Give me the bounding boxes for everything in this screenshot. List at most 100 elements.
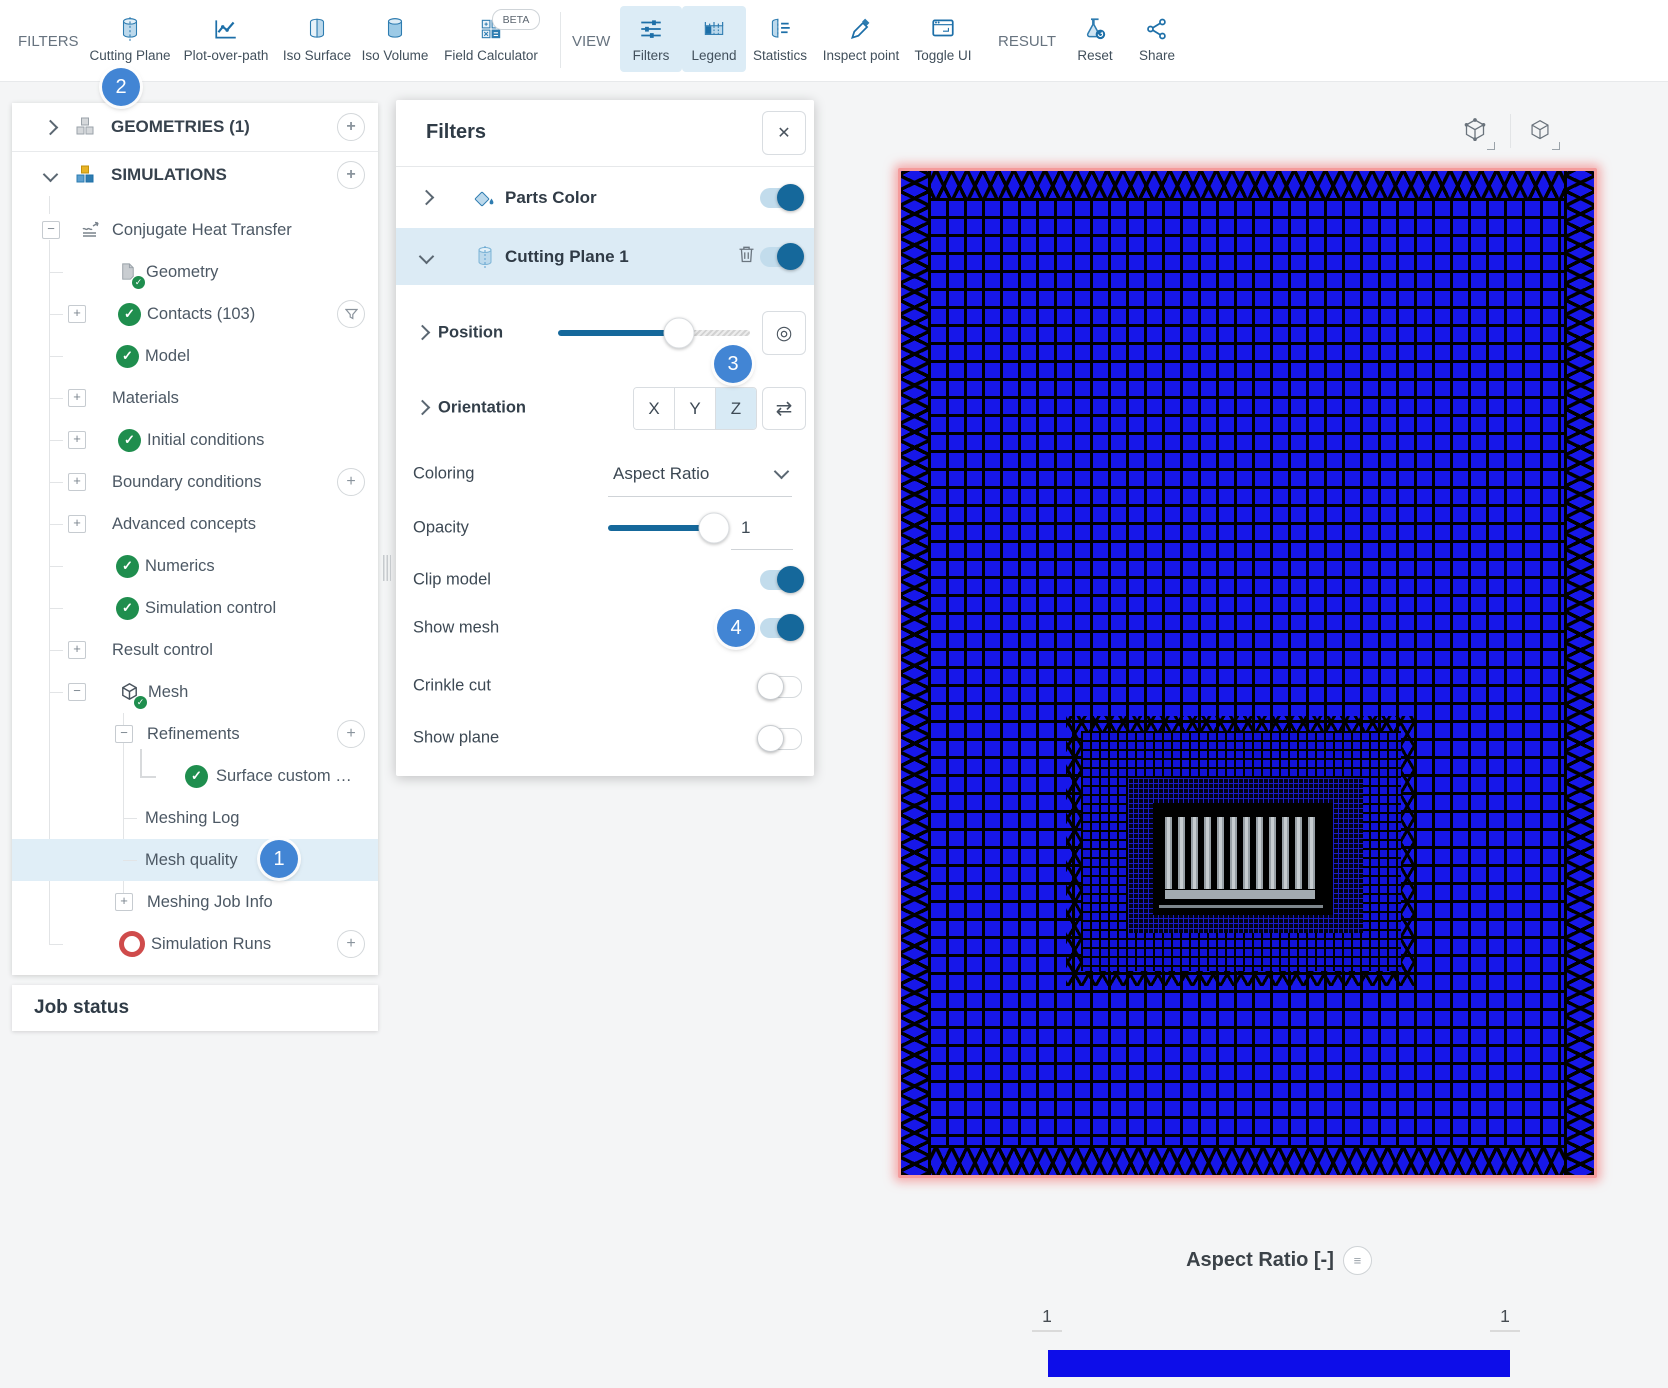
- close-button[interactable]: ✕: [762, 111, 806, 155]
- legend-toggle-button[interactable]: Legend: [682, 6, 746, 72]
- chevron-down-icon[interactable]: [43, 167, 59, 183]
- expand-expander[interactable]: +: [115, 893, 133, 911]
- opacity-slider-handle[interactable]: [699, 512, 730, 543]
- axis-x-button[interactable]: X: [634, 388, 675, 429]
- tree-item-label: Materials: [112, 389, 179, 408]
- heatsink-base: [1165, 890, 1315, 899]
- filters-toggle-button[interactable]: Filters: [620, 6, 682, 72]
- axis-y-button[interactable]: Y: [675, 388, 716, 429]
- view-controls-divider: [1510, 114, 1511, 148]
- check-icon: ✓: [118, 429, 141, 452]
- tree-item-materials[interactable]: + Materials: [12, 377, 378, 419]
- position-slider[interactable]: [558, 330, 750, 336]
- tree-item-simulation-control[interactable]: ✓ Simulation control: [12, 587, 378, 629]
- cutting-plane-1-section[interactable]: Cutting Plane 1: [396, 228, 814, 285]
- chevron-right-icon[interactable]: [419, 190, 435, 206]
- tree-item-surface-custom[interactable]: ✓ Surface custom …: [12, 755, 378, 797]
- parts-color-section[interactable]: Parts Color: [396, 167, 814, 228]
- mesh-boundary-layer-right: [1564, 171, 1594, 1175]
- expand-expander[interactable]: +: [68, 389, 86, 407]
- tree-item-geometry[interactable]: ✓ Geometry: [12, 251, 378, 293]
- add-geometry-button[interactable]: +: [337, 113, 365, 141]
- coloring-label: Coloring: [413, 464, 474, 483]
- delete-cutting-plane-button[interactable]: [736, 244, 757, 270]
- cutting-plane-button[interactable]: Cutting Plane: [86, 6, 174, 72]
- chevron-right-icon[interactable]: [43, 119, 59, 135]
- chevron-right-icon[interactable]: [415, 325, 431, 341]
- expand-expander[interactable]: +: [68, 473, 86, 491]
- add-simulation-run-button[interactable]: +: [337, 930, 365, 958]
- chevron-down-icon[interactable]: [774, 464, 790, 480]
- legend-icon: [700, 15, 728, 43]
- collapse-expander[interactable]: −: [68, 683, 86, 701]
- cutting-plane-1-toggle[interactable]: [760, 247, 802, 267]
- add-refinement-button[interactable]: +: [337, 720, 365, 748]
- plot-over-path-button[interactable]: Plot-over-path: [172, 6, 280, 72]
- mesh-boundary-layer-bottom: [901, 1145, 1594, 1175]
- expand-expander[interactable]: +: [68, 305, 86, 323]
- iso-volume-button[interactable]: Iso Volume: [354, 6, 436, 72]
- mesh-boundary-layer-top: [901, 171, 1594, 201]
- flip-orientation-button[interactable]: ⇄: [762, 387, 806, 430]
- dropdown-corner-icon: [1487, 142, 1495, 150]
- share-button[interactable]: Share: [1126, 6, 1188, 72]
- swap-icon: ⇄: [776, 396, 793, 421]
- beta-badge: BETA: [492, 9, 540, 30]
- expand-expander[interactable]: +: [68, 515, 86, 533]
- axis-z-button[interactable]: Z: [716, 388, 756, 429]
- expand-expander[interactable]: +: [68, 431, 86, 449]
- tree-item-numerics[interactable]: ✓ Numerics: [12, 545, 378, 587]
- opacity-value[interactable]: 1: [741, 518, 750, 538]
- chevron-right-icon[interactable]: [415, 400, 431, 416]
- tree-item-model[interactable]: ✓ Model: [12, 335, 378, 377]
- collapse-expander[interactable]: −: [115, 725, 133, 743]
- show-plane-toggle[interactable]: [758, 728, 802, 750]
- add-boundary-condition-button[interactable]: +: [337, 468, 365, 496]
- clip-model-toggle[interactable]: [760, 570, 802, 590]
- reset-button[interactable]: Reset: [1064, 6, 1126, 72]
- chevron-down-icon[interactable]: [419, 249, 435, 265]
- coloring-row: Coloring Aspect Ratio: [396, 450, 814, 497]
- tree-item-boundary-conditions[interactable]: + Boundary conditions +: [12, 461, 378, 503]
- statistics-button[interactable]: Statistics: [744, 6, 816, 72]
- tree-item-result-control[interactable]: + Result control: [12, 629, 378, 671]
- tree-item-refinements[interactable]: − Refinements +: [12, 713, 378, 755]
- show-mesh-toggle[interactable]: [760, 618, 802, 638]
- tree-item-meshing-job-info[interactable]: + Meshing Job Info: [12, 881, 378, 923]
- tree-item-advanced-concepts[interactable]: + Advanced concepts: [12, 503, 378, 545]
- add-simulation-button[interactable]: +: [337, 161, 365, 189]
- coloring-select-value[interactable]: Aspect Ratio: [613, 464, 709, 484]
- tree-item-simulation-runs[interactable]: Simulation Runs +: [12, 923, 378, 965]
- tree-item-mesh[interactable]: − ✓ Mesh: [12, 671, 378, 713]
- iso-surface-icon: [303, 15, 331, 43]
- legend-title-row: Aspect Ratio [-] ≡: [1048, 1246, 1510, 1275]
- expand-expander[interactable]: +: [68, 641, 86, 659]
- view-cube-button[interactable]: [1518, 108, 1562, 152]
- tree-item-conjugate-heat-transfer[interactable]: − Conjugate Heat Transfer: [12, 209, 378, 251]
- collapse-expander[interactable]: −: [42, 221, 60, 239]
- iso-surface-button[interactable]: Iso Surface: [278, 6, 356, 72]
- inspect-point-button[interactable]: Inspect point: [814, 6, 908, 72]
- viewport-3d-mesh[interactable]: [898, 168, 1597, 1178]
- dropdown-corner-icon: [1552, 142, 1560, 150]
- tree-item-simulations[interactable]: SIMULATIONS +: [12, 152, 378, 197]
- crinkle-cut-toggle[interactable]: [758, 676, 802, 698]
- tree-item-initial-conditions[interactable]: + ✓ Initial conditions: [12, 419, 378, 461]
- position-center-button[interactable]: ◎: [762, 311, 806, 355]
- tree-item-meshing-log[interactable]: Meshing Log: [12, 797, 378, 839]
- contacts-filter-button[interactable]: [337, 300, 365, 328]
- tree-item-label: Meshing Job Info: [147, 893, 273, 912]
- toggle-ui-button[interactable]: Toggle UI: [906, 6, 980, 72]
- tree-item-mesh-quality[interactable]: Mesh quality: [12, 839, 378, 881]
- view-cube-axes-button[interactable]: [1453, 108, 1497, 152]
- tree-item-label: GEOMETRIES (1): [111, 117, 250, 137]
- heatsink-fins: [1165, 817, 1315, 889]
- show-plane-label: Show plane: [413, 729, 499, 748]
- tree-item-geometries[interactable]: GEOMETRIES (1) +: [12, 103, 378, 152]
- tree-item-label: SIMULATIONS: [111, 165, 227, 185]
- parts-color-toggle[interactable]: [760, 188, 802, 208]
- position-slider-handle[interactable]: [663, 318, 694, 349]
- legend-menu-button[interactable]: ≡: [1343, 1246, 1372, 1275]
- panel-resize-handle[interactable]: [383, 555, 391, 581]
- tree-item-contacts[interactable]: + ✓ Contacts (103): [12, 293, 378, 335]
